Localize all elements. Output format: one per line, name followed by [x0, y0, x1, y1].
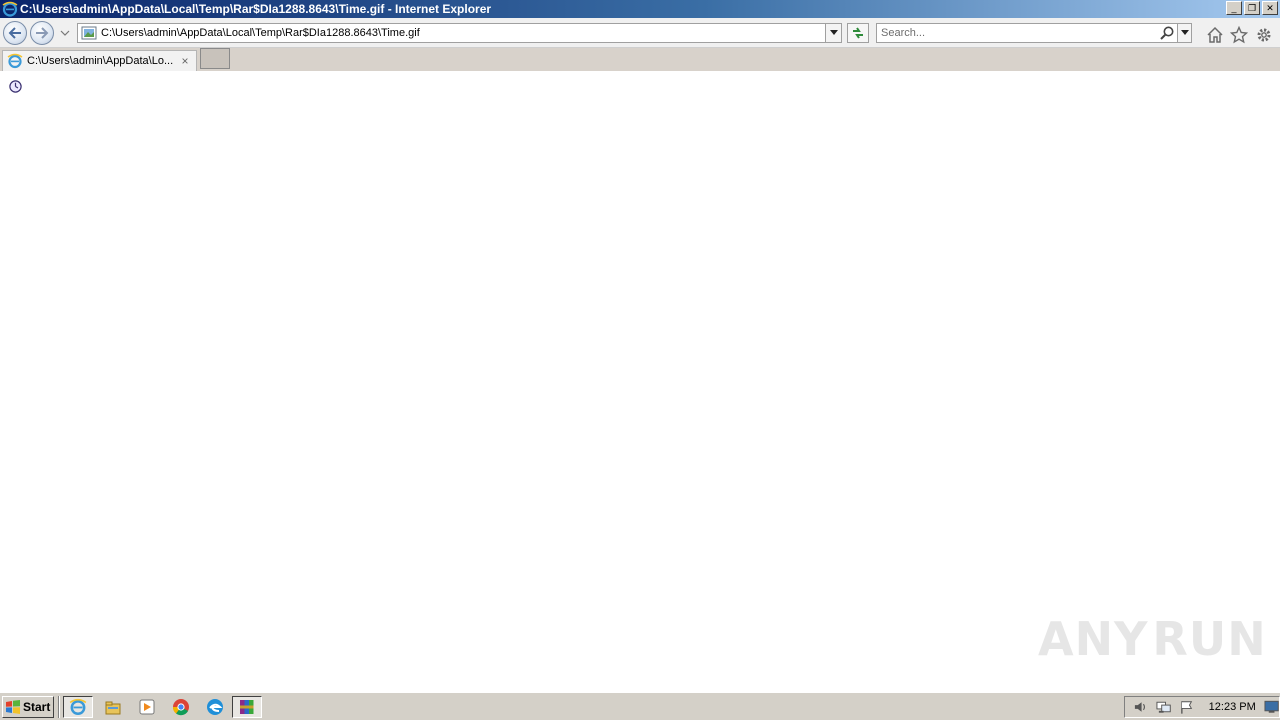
- search-box[interactable]: [876, 23, 1192, 43]
- refresh-icon: [853, 27, 863, 39]
- dropdown-arrow-icon: [1180, 30, 1189, 35]
- start-button[interactable]: Start: [2, 696, 54, 718]
- watermark-left-text: ANY: [1038, 612, 1149, 666]
- clock-icon: [9, 80, 22, 93]
- window-title: C:\Users\admin\AppData\Local\Temp\Rar$DI…: [20, 2, 492, 16]
- taskbar-clock[interactable]: 12:23 PM: [1209, 701, 1256, 713]
- search-provider-dropdown[interactable]: [1177, 24, 1191, 42]
- anyrun-watermark: ANY RUN: [1038, 608, 1266, 670]
- restore-button[interactable]: ❐: [1244, 1, 1260, 15]
- winrar-icon: [240, 700, 254, 714]
- taskbar-media-player[interactable]: [132, 696, 162, 718]
- back-arrow-icon: [8, 27, 21, 39]
- tab-close-icon[interactable]: ×: [177, 54, 193, 68]
- taskbar-chrome[interactable]: [166, 696, 196, 718]
- dropdown-arrow-icon: [829, 30, 838, 35]
- address-bar[interactable]: C:\Users\admin\AppData\Local\Temp\Rar$DI…: [77, 23, 842, 43]
- search-icon[interactable]: [1159, 25, 1175, 41]
- forward-button[interactable]: [30, 21, 54, 45]
- back-button[interactable]: [3, 21, 27, 45]
- watermark-right-text: RUN: [1152, 612, 1267, 666]
- address-dropdown-button[interactable]: [825, 24, 841, 42]
- window-controls: _ ❐ ✕: [1226, 1, 1278, 15]
- chrome-icon: [172, 699, 189, 716]
- internet-explorer-icon: [69, 698, 87, 715]
- internet-explorer-icon: [7, 53, 23, 69]
- forward-arrow-icon: [36, 27, 49, 39]
- taskbar-edge[interactable]: [200, 696, 230, 718]
- image-file-icon: [81, 26, 97, 40]
- windows-flag-icon: [6, 700, 20, 714]
- navigation-bar: C:\Users\admin\AppData\Local\Temp\Rar$DI…: [0, 18, 1280, 48]
- show-desktop-icon[interactable]: [1264, 700, 1279, 714]
- system-tray: 12:23 PM: [1124, 696, 1280, 718]
- tab-time-gif[interactable]: C:\Users\admin\AppData\Lo... ×: [2, 50, 197, 71]
- volume-icon[interactable]: [1133, 699, 1148, 715]
- start-label: Start: [23, 700, 51, 714]
- address-url[interactable]: C:\Users\admin\AppData\Local\Temp\Rar$DI…: [101, 27, 825, 39]
- taskbar-file-explorer[interactable]: [98, 696, 128, 718]
- file-explorer-icon: [105, 701, 121, 715]
- close-button[interactable]: ✕: [1262, 1, 1278, 15]
- taskbar-winrar[interactable]: [232, 696, 262, 718]
- taskbar-separator: [58, 696, 60, 718]
- tab-label: C:\Users\admin\AppData\Lo...: [27, 55, 174, 67]
- taskbar-internet-explorer[interactable]: [63, 696, 93, 718]
- media-player-icon: [139, 699, 155, 715]
- recent-pages-dropdown-icon[interactable]: [60, 29, 70, 37]
- minimize-button[interactable]: _: [1226, 1, 1242, 15]
- search-input[interactable]: [877, 26, 1159, 40]
- refresh-button[interactable]: [847, 23, 869, 43]
- settings-gear-icon[interactable]: [1255, 26, 1273, 44]
- taskbar: Start 12:23 PM: [0, 692, 1280, 720]
- new-tab-button[interactable]: [200, 48, 230, 69]
- network-icon[interactable]: [1156, 699, 1171, 715]
- home-icon[interactable]: [1206, 26, 1224, 44]
- title-bar: C:\Users\admin\AppData\Local\Temp\Rar$DI…: [0, 0, 1280, 18]
- page-content: ANY RUN: [0, 71, 1280, 692]
- edge-icon: [207, 699, 223, 715]
- internet-explorer-icon: [2, 1, 18, 17]
- action-center-flag-icon[interactable]: [1179, 699, 1194, 715]
- tab-bar: C:\Users\admin\AppData\Lo... ×: [0, 48, 1280, 71]
- favorites-star-icon[interactable]: [1230, 26, 1248, 44]
